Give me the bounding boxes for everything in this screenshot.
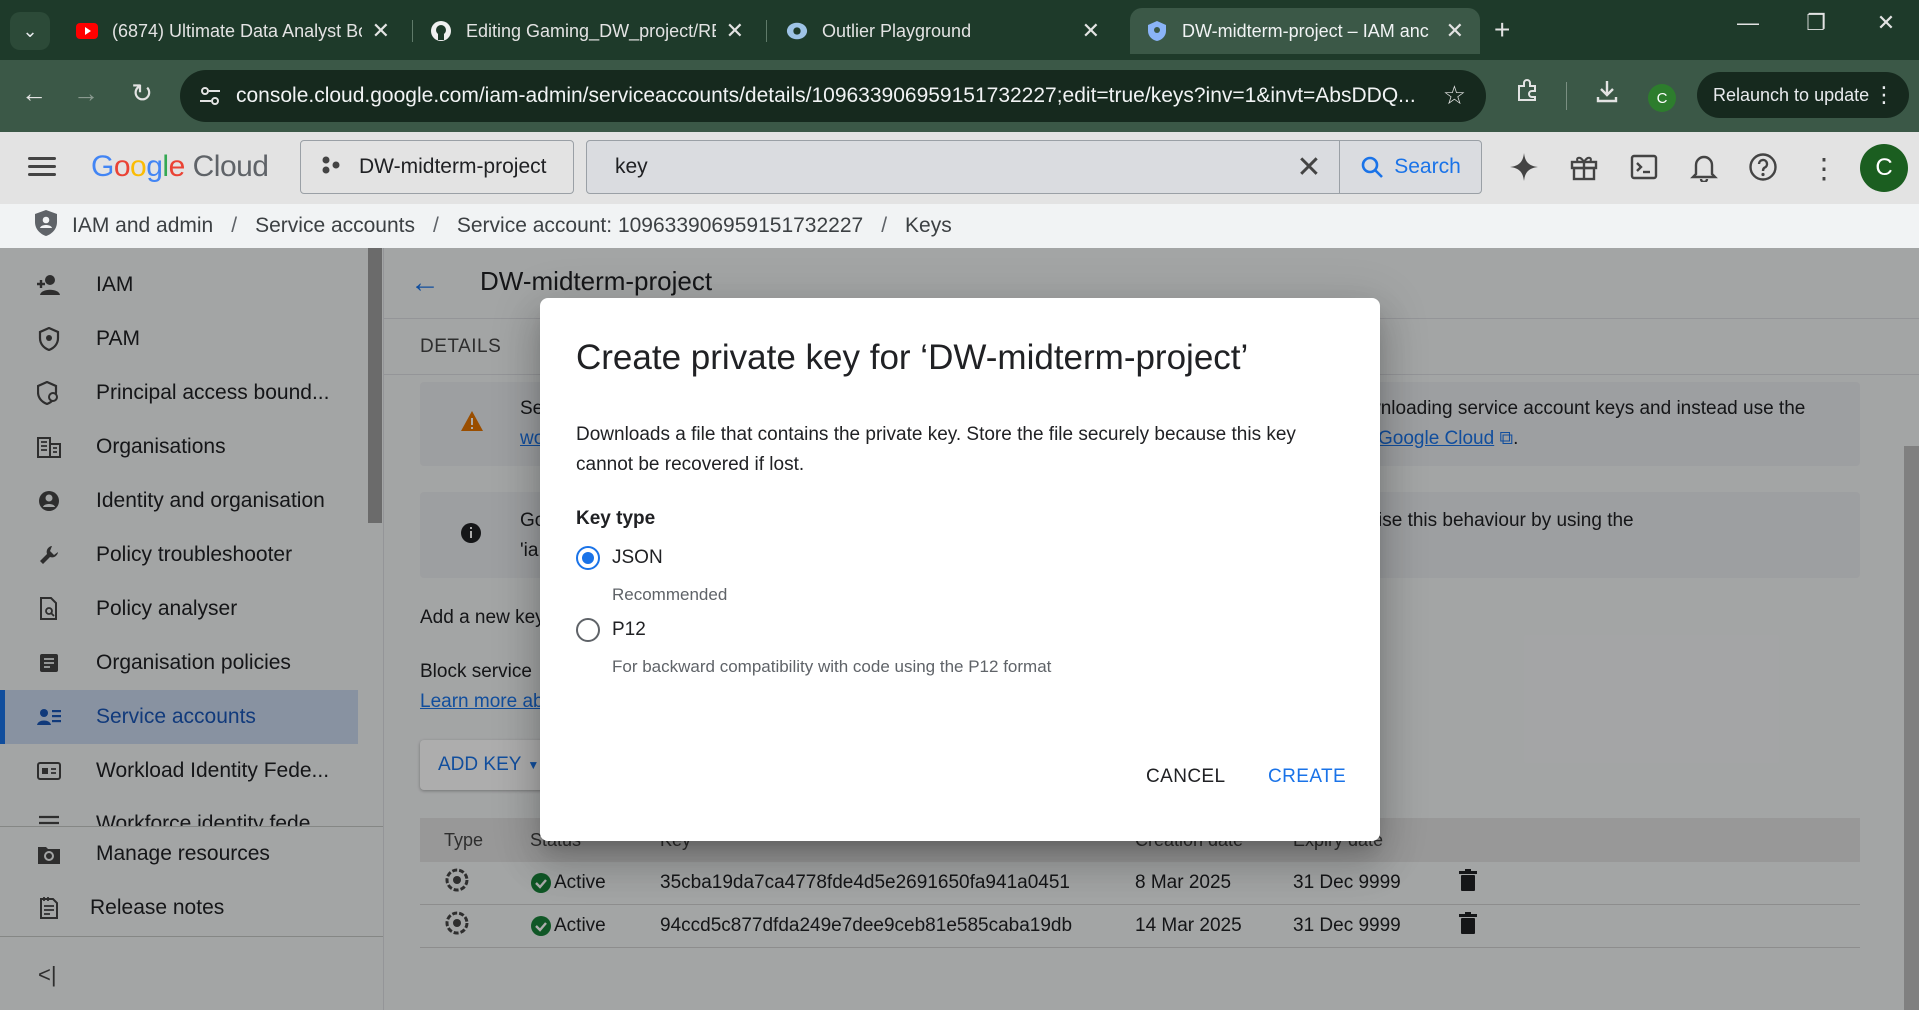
dialog-title: Create private key for ‘DW-midterm-proje… <box>576 338 1249 377</box>
address-bar[interactable]: console.cloud.google.com/iam-admin/servi… <box>180 70 1486 122</box>
close-window-icon[interactable]: ✕ <box>1866 10 1906 36</box>
breadcrumb-separator: / <box>433 214 439 237</box>
back-icon[interactable]: ← <box>16 78 52 109</box>
notifications-bell-icon[interactable] <box>1686 152 1722 189</box>
browser-tab-youtube[interactable]: (6874) Ultimate Data Analyst Bo ✕ <box>60 8 406 54</box>
close-tab-icon[interactable]: ✕ <box>1082 18 1100 44</box>
minimize-icon[interactable]: — <box>1728 10 1768 36</box>
create-button[interactable]: CREATE <box>1268 766 1346 788</box>
breadcrumb-iam-admin[interactable]: IAM and admin <box>72 214 213 238</box>
json-label: JSON <box>612 547 663 568</box>
json-subtext: Recommended <box>612 585 728 604</box>
breadcrumb-service-accounts[interactable]: Service accounts <box>255 214 415 238</box>
google-cloud-logo[interactable]: Google Cloud <box>91 150 269 184</box>
relaunch-to-update-button[interactable]: Relaunch to update ⋮ <box>1697 72 1909 118</box>
youtube-icon <box>76 20 98 42</box>
tab-search-button[interactable]: ⌄ <box>10 12 50 50</box>
browser-tab-outlier[interactable]: Outlier Playground ✕ <box>770 8 1116 54</box>
gift-icon[interactable] <box>1566 152 1602 189</box>
breadcrumb-separator: / <box>881 214 888 237</box>
bookmark-star-icon[interactable]: ☆ <box>1443 80 1466 111</box>
browser-tab-bar: ⌄ (6874) Ultimate Data Analyst Bo ✕ Edit… <box>0 0 1919 60</box>
logo-cloud: Cloud <box>192 150 269 183</box>
search-input[interactable]: key <box>615 155 1279 179</box>
outlier-icon <box>786 20 808 42</box>
browser-tab-gcp[interactable]: DW-midterm-project – IAM anc ✕ <box>1130 8 1480 54</box>
logo-google: Google <box>91 150 185 183</box>
help-icon[interactable] <box>1745 152 1781 189</box>
tab-title: DW-midterm-project – IAM anc <box>1182 20 1429 41</box>
close-tab-icon[interactable]: ✕ <box>372 18 390 44</box>
tab-title: Editing Gaming_DW_project/RE <box>466 20 716 41</box>
clear-search-icon[interactable]: ✕ <box>1279 150 1339 185</box>
breadcrumb: IAM and admin / Service accounts / Servi… <box>0 204 1919 248</box>
gcp-header: Google Cloud DW-midterm-project key ✕ Se… <box>0 132 1919 204</box>
create-private-key-dialog: Create private key for ‘DW-midterm-proje… <box>540 298 1380 841</box>
iam-shield-icon <box>34 209 58 243</box>
p12-subtext: For backward compatibility with code usi… <box>612 657 1052 676</box>
gemini-sparkle-icon[interactable] <box>1506 152 1542 189</box>
dialog-description: Downloads a file that contains the priva… <box>576 424 1296 475</box>
site-info-icon[interactable] <box>198 84 222 108</box>
search-bar[interactable]: key ✕ Search <box>586 140 1482 194</box>
project-hierarchy-icon <box>321 155 343 180</box>
project-name: DW-midterm-project <box>359 155 547 178</box>
close-tab-icon[interactable]: ✕ <box>1446 18 1464 44</box>
breadcrumb-keys: Keys <box>905 214 952 237</box>
hamburger-menu-icon[interactable] <box>24 152 60 182</box>
reload-icon[interactable]: ↻ <box>124 78 160 109</box>
github-icon <box>430 20 452 42</box>
forward-icon[interactable]: → <box>68 78 104 109</box>
p12-radio-button[interactable] <box>576 618 600 642</box>
key-type-label: Key type <box>576 508 656 529</box>
radio-option-json[interactable]: JSON <box>576 546 663 570</box>
download-icon[interactable] <box>1594 78 1620 111</box>
breadcrumb-separator: / <box>231 214 238 237</box>
tab-title: (6874) Ultimate Data Analyst Bo <box>112 20 362 41</box>
browser-profile-avatar[interactable]: C <box>1648 84 1676 112</box>
browser-menu-icon[interactable]: ⋮ <box>1873 82 1895 108</box>
new-tab-icon[interactable]: + <box>1494 14 1510 46</box>
cancel-button[interactable]: CANCEL <box>1146 766 1225 788</box>
more-options-icon[interactable]: ⋮ <box>1806 152 1842 185</box>
browser-tab-github[interactable]: Editing Gaming_DW_project/RE ✕ <box>414 8 760 54</box>
browser-toolbar: ← → ↻ console.cloud.google.com/iam-admin… <box>0 60 1919 132</box>
radio-option-p12[interactable]: P12 <box>576 618 646 642</box>
search-button-label: Search <box>1394 155 1461 178</box>
json-radio-button[interactable] <box>576 546 600 570</box>
project-picker-button[interactable]: DW-midterm-project <box>300 140 574 194</box>
extensions-icon[interactable] <box>1515 78 1541 111</box>
breadcrumb-service-account[interactable]: Service account: 109633906959151732227 <box>457 214 863 238</box>
cloud-shell-icon[interactable] <box>1626 152 1662 189</box>
close-tab-icon[interactable]: ✕ <box>726 18 744 44</box>
relaunch-label: Relaunch to update <box>1713 84 1870 105</box>
account-avatar[interactable]: C <box>1860 144 1908 192</box>
url-text[interactable]: console.cloud.google.com/iam-admin/servi… <box>236 84 1416 108</box>
restore-icon[interactable]: ❐ <box>1796 10 1836 36</box>
search-icon <box>1361 156 1384 178</box>
tab-title: Outlier Playground <box>822 20 972 41</box>
gcp-shield-icon <box>1146 20 1168 42</box>
search-button[interactable]: Search <box>1339 141 1481 193</box>
p12-label: P12 <box>612 619 646 640</box>
